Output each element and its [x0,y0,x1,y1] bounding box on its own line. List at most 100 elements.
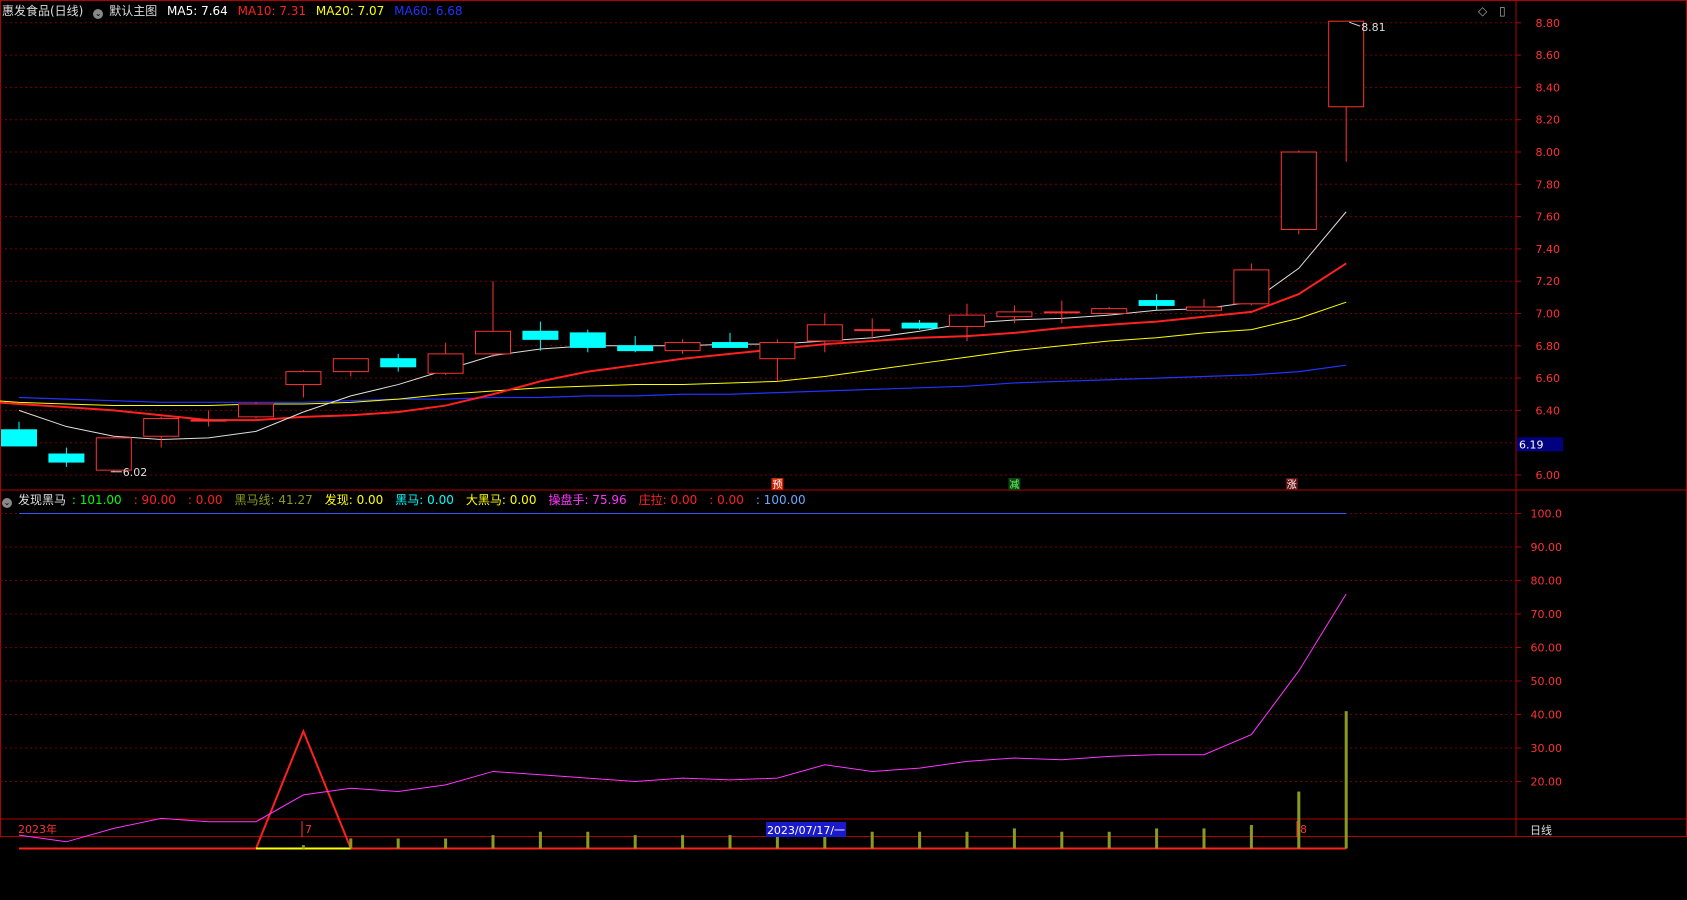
price-tick-label: 6.80 [1536,340,1561,353]
candle-body [522,330,559,340]
ma20-line [0,301,1347,407]
candle-body [569,332,606,348]
candle-body [190,419,227,422]
candle [806,313,843,353]
candle [427,342,464,375]
indicator-item-1: : 90.00 [133,493,176,507]
indicator-item-9: : 0.00 [709,493,744,507]
stock-label: 惠发食品(日线) [2,4,84,18]
magenta-line [18,593,1347,843]
indicator-tick-label: 80.00 [1531,575,1563,588]
candle [1186,298,1222,312]
candle [569,329,606,353]
price-tick-label: 6.60 [1536,372,1561,385]
candle [759,339,796,382]
candle [522,321,559,351]
indicator-item-6: 大黑马: 0.00 [465,493,537,507]
olive-bar [444,838,448,849]
candle-body [380,358,417,368]
indicator-item-4: 发现: 0.00 [324,493,384,507]
high-label: 8.81 [1361,21,1386,34]
candle [617,336,654,353]
date-month7-label: 7 [305,823,312,836]
candle-body [664,342,701,352]
olive-bar [491,835,495,849]
restore-icon[interactable]: ▯ [1499,4,1506,18]
olive-bar [775,835,779,849]
olive-bar [681,835,685,849]
signal-jian-label: 减 [1009,479,1019,491]
indicator-tick-label: 100.0 [1531,508,1563,521]
candle [1328,20,1365,162]
olive-bar [301,845,305,849]
current-price-label: 6.19 [1519,438,1544,451]
indicator-header: ⌄ 发现黑马 : 101.00: 90.00: 0.00 黑马线: 41.27 发现:… [2,493,818,508]
price-tick-label: 7.40 [1536,243,1561,256]
olive-bar [965,831,969,849]
ma10-line [0,262,1347,422]
date-year-label: 2023年 [18,822,57,836]
olive-bar [1107,831,1111,849]
cursor-date-label: 2023/07/17/一 [767,824,845,837]
candle-body [949,314,985,327]
price-tick-label: 7.20 [1536,275,1561,288]
candle [1138,294,1175,311]
chevron-down-icon[interactable]: ⌄ [93,9,104,19]
candle-body [143,417,180,437]
candle-body [712,342,748,348]
candle-body [617,345,654,352]
olive-bar [633,835,637,849]
candle-body [1328,20,1365,108]
indicator-item-5: 黑马: 0.00 [395,493,454,507]
price-tick-label: 7.00 [1536,308,1561,321]
candle-body [1,429,37,447]
diamond-icon[interactable]: ◇ [1478,4,1487,18]
signal-yu-label: 预 [772,479,782,491]
ma60-label: MA60: 6.68 [394,4,463,18]
candle-body [901,322,938,329]
candle [475,281,511,358]
price-tick-label: 7.80 [1536,178,1561,191]
chevron-down-icon[interactable]: ⌄ [2,498,12,508]
indicator-tick-label: 20.00 [1531,776,1563,789]
ma10-label: MA10: 7.31 [237,4,307,18]
candle [48,447,85,467]
indicator-tick-label: 30.00 [1531,742,1563,755]
olive-bar [1202,828,1206,849]
candle-body [854,329,891,332]
candle-body [806,324,843,342]
olive-bar [1155,828,1159,849]
price-tick-label: 8.60 [1536,49,1561,62]
candle-body [332,358,369,373]
candle-body [1280,151,1317,231]
main-chart-label[interactable]: 默认主图 [109,4,157,18]
ma60-line [18,364,1347,403]
stock-chart[interactable]: 8.80 8.60 8.40 8.20 8.00 7.80 7.60 7.40 7.20 7.00… [0,0,1687,900]
chart-frame [0,0,1687,837]
candle [1043,300,1080,324]
price-tick-label: 6.00 [1536,469,1561,482]
indicator-item-2: : 0.00 [187,493,223,507]
olive-bar [349,838,353,849]
candle [664,339,701,354]
period-label: 日线 [1530,823,1552,837]
indicator-tick-label: 50.00 [1531,675,1563,688]
price-tick-label: 7.60 [1536,211,1561,224]
indicator-name[interactable]: 发现黑马 [18,493,66,507]
price-tick-label: 6.40 [1536,404,1561,417]
candle-body [1043,311,1080,314]
candle [901,319,938,330]
olive-bar [728,835,732,849]
indicator-tick-label: 70.00 [1531,608,1563,621]
olive-bar [1297,791,1301,849]
price-tick-label: 8.20 [1536,114,1561,127]
olive-bar [918,831,922,849]
candle [285,370,322,398]
candle-body [48,453,85,463]
candle [712,332,748,348]
low-label: 6.02 [123,466,148,479]
candle [332,358,369,377]
price-tick-label: 8.00 [1536,146,1561,159]
indicator-item-0: : 101.00 [71,493,122,507]
candle-body [1138,300,1175,306]
